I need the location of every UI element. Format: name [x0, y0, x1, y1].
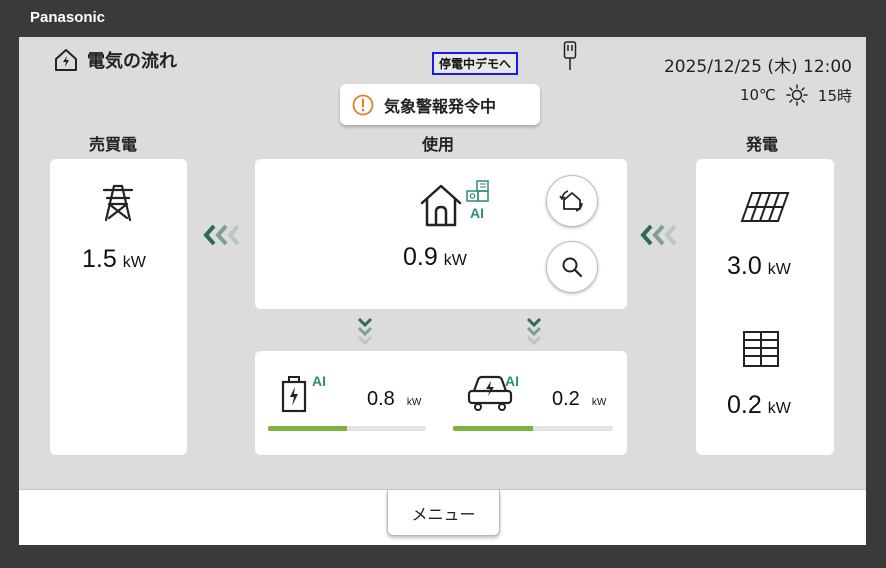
usage-value: 0.9 [403, 243, 438, 271]
ev-level-bar [453, 426, 613, 431]
sell-card[interactable]: 1.5 kW [50, 159, 187, 455]
sell-value: 1.5 [82, 245, 117, 273]
flow-arrow-down-icon [526, 317, 542, 346]
datetime: 2025/12/25 (木) 12:00 [663, 57, 852, 77]
battery-level-fill [268, 426, 347, 431]
outage-demo-button[interactable]: 停電中デモへ [432, 52, 519, 75]
alert-label: 気象警報発令中 [384, 96, 497, 116]
usage-ai-badge: AI [470, 205, 484, 221]
house-cycle-button[interactable] [546, 175, 598, 227]
appliance-icon [466, 180, 489, 202]
search-button[interactable] [546, 241, 598, 293]
solar-panel-icon [740, 192, 790, 222]
solar-value: 3.0 [727, 252, 762, 280]
usage-card[interactable]: AI 0.9 kW [255, 159, 627, 309]
flow-arrow-right-icon [640, 224, 677, 246]
page-title: 電気の流れ [87, 51, 177, 72]
flow-arrow-down-icon [357, 317, 373, 346]
flow-arrow-left-icon [203, 224, 240, 246]
menu-button[interactable]: メニュー [387, 490, 500, 536]
usage-value-group: 0.9 kW [403, 243, 467, 272]
fuel-cell-icon [743, 331, 779, 367]
temperature: 10℃ [739, 86, 776, 104]
sell-unit: kW [122, 254, 146, 271]
main-screen: 電気の流れ 停電中デモへ 2025/12/25 (木) 12:00 10℃ 15… [19, 37, 866, 545]
solar-value-group: 3.0 kW [727, 252, 791, 281]
plug-icon [563, 41, 577, 70]
ev-value: 0.2 [552, 388, 580, 410]
house-icon [420, 184, 462, 227]
generation-card[interactable]: 3.0 kW 0.2 kW [696, 159, 834, 455]
usage-unit: kW [443, 252, 467, 269]
battery-value-group: 0.8 kW [367, 388, 421, 411]
battery-unit: kW [406, 397, 422, 408]
fuelcell-unit: kW [767, 400, 791, 417]
brand-logo: Panasonic [30, 9, 106, 26]
ev-unit: kW [591, 397, 607, 408]
fuelcell-value: 0.2 [727, 391, 762, 419]
fuelcell-value-group: 0.2 kW [727, 391, 791, 420]
house-cycle-icon [559, 190, 583, 212]
usage-label: 使用 [422, 135, 455, 154]
solar-unit: kW [767, 261, 791, 278]
house-lightning-icon [55, 49, 77, 71]
page-title-group: 電気の流れ [53, 47, 177, 73]
footer-bar: メニュー [19, 489, 866, 545]
ev-value-group: 0.2 kW [552, 388, 606, 411]
weather-info: 10℃ 15時 [740, 84, 852, 106]
forecast-hour: 15時 [817, 86, 852, 105]
power-tower-icon [102, 184, 134, 222]
storage-card[interactable]: AI 0.8 kW AI 0.2 kW [255, 351, 627, 455]
ev-level-fill [453, 426, 533, 431]
battery-ai-badge: AI [312, 373, 326, 389]
sell-value-group: 1.5 kW [82, 245, 146, 274]
weather-alert-button[interactable]: 気象警報発令中 [340, 84, 540, 125]
generation-label: 発電 [746, 135, 779, 154]
battery-value: 0.8 [367, 388, 395, 410]
sell-label: 売買電 [89, 135, 138, 154]
ev-ai-badge: AI [505, 373, 519, 389]
search-icon [562, 257, 583, 278]
exclamation-circle-icon [352, 94, 374, 115]
sun-icon [786, 84, 808, 106]
battery-icon [281, 376, 307, 413]
battery-level-bar [268, 426, 426, 431]
